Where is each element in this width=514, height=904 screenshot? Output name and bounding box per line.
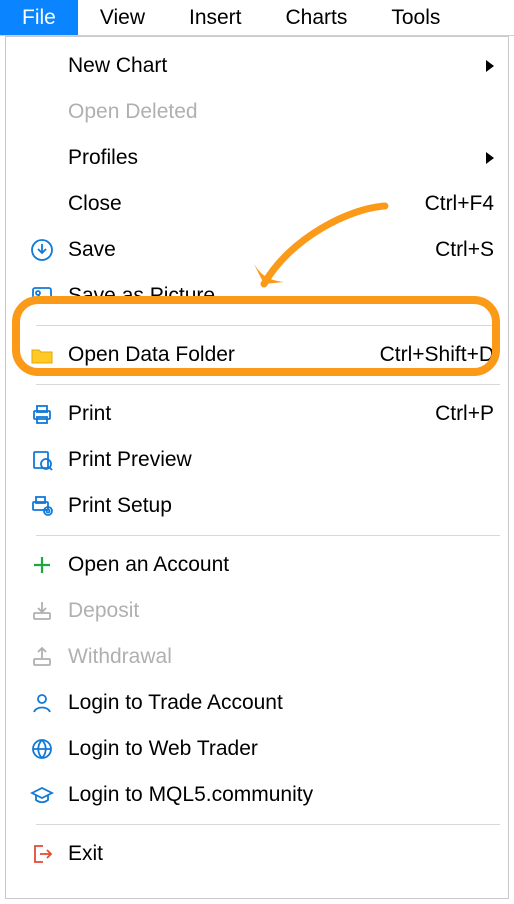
menubar-item-charts[interactable]: Charts [264,0,370,35]
exit-icon [16,841,68,867]
menu-separator [36,535,500,536]
menu-separator [36,325,500,326]
menu-label: Login to MQL5.community [68,783,494,807]
menu-item-print-preview[interactable]: Print Preview [6,437,508,483]
file-menu-dropdown: New Chart Open Deleted Profiles Close Ct… [5,36,509,899]
menu-label: Profiles [68,146,486,170]
menu-label: New Chart [68,54,486,78]
menu-item-login-web-trader[interactable]: Login to Web Trader [6,726,508,772]
folder-icon [16,342,68,368]
menu-label: Print Preview [68,448,494,472]
menu-label: Withdrawal [68,645,494,669]
menu-label: Save as Picture [68,284,494,308]
menu-item-close[interactable]: Close Ctrl+F4 [6,181,508,227]
menu-item-login-trade-account[interactable]: Login to Trade Account [6,680,508,726]
menu-label: Print [68,402,435,426]
menu-label: Login to Web Trader [68,737,494,761]
menubar-label: View [100,6,145,30]
menubar-label: Insert [189,6,242,30]
menu-shortcut: Ctrl+F4 [425,192,494,216]
menubar-label: Tools [391,6,440,30]
menu-item-new-chart[interactable]: New Chart [6,43,508,89]
menu-item-profiles[interactable]: Profiles [6,135,508,181]
menubar-item-insert[interactable]: Insert [167,0,264,35]
menubar-label: File [22,6,56,30]
menubar-item-tools[interactable]: Tools [369,0,462,35]
withdrawal-icon [16,644,68,670]
menu-shortcut: Ctrl+P [435,402,494,426]
save-icon [16,237,68,263]
print-setup-icon [16,493,68,519]
menu-item-open-data-folder[interactable]: Open Data Folder Ctrl+Shift+D [6,332,508,378]
picture-icon [16,283,68,309]
plus-icon [16,552,68,578]
menu-item-login-mql5[interactable]: Login to MQL5.community [6,772,508,818]
menubar-item-view[interactable]: View [78,0,167,35]
menu-item-print-setup[interactable]: Print Setup [6,483,508,529]
menu-item-deposit: Deposit [6,588,508,634]
menu-separator [36,384,500,385]
menubar: File View Insert Charts Tools [0,0,514,36]
menu-item-withdrawal: Withdrawal [6,634,508,680]
print-preview-icon [16,447,68,473]
menu-label: Login to Trade Account [68,691,494,715]
menu-label: Exit [68,842,494,866]
submenu-arrow-icon [486,60,494,72]
submenu-arrow-icon [486,152,494,164]
user-icon [16,690,68,716]
menu-label: Print Setup [68,494,494,518]
menu-label: Open Data Folder [68,343,380,367]
menu-item-save[interactable]: Save Ctrl+S [6,227,508,273]
menu-label: Deposit [68,599,494,623]
globe-icon [16,736,68,762]
menu-label: Save [68,238,435,262]
menubar-item-file[interactable]: File [0,0,78,35]
menu-label: Open Deleted [68,100,494,124]
menu-separator [36,824,500,825]
menu-item-open-account[interactable]: Open an Account [6,542,508,588]
menubar-label: Charts [286,6,348,30]
menu-shortcut: Ctrl+Shift+D [380,343,494,367]
graduation-cap-icon [16,782,68,808]
menu-shortcut: Ctrl+S [435,238,494,262]
menu-item-exit[interactable]: Exit [6,831,508,877]
print-icon [16,401,68,427]
menu-item-print[interactable]: Print Ctrl+P [6,391,508,437]
menu-item-save-as-picture[interactable]: Save as Picture [6,273,508,319]
menu-label: Open an Account [68,553,494,577]
deposit-icon [16,598,68,624]
menu-label: Close [68,192,425,216]
menu-item-open-deleted: Open Deleted [6,89,508,135]
